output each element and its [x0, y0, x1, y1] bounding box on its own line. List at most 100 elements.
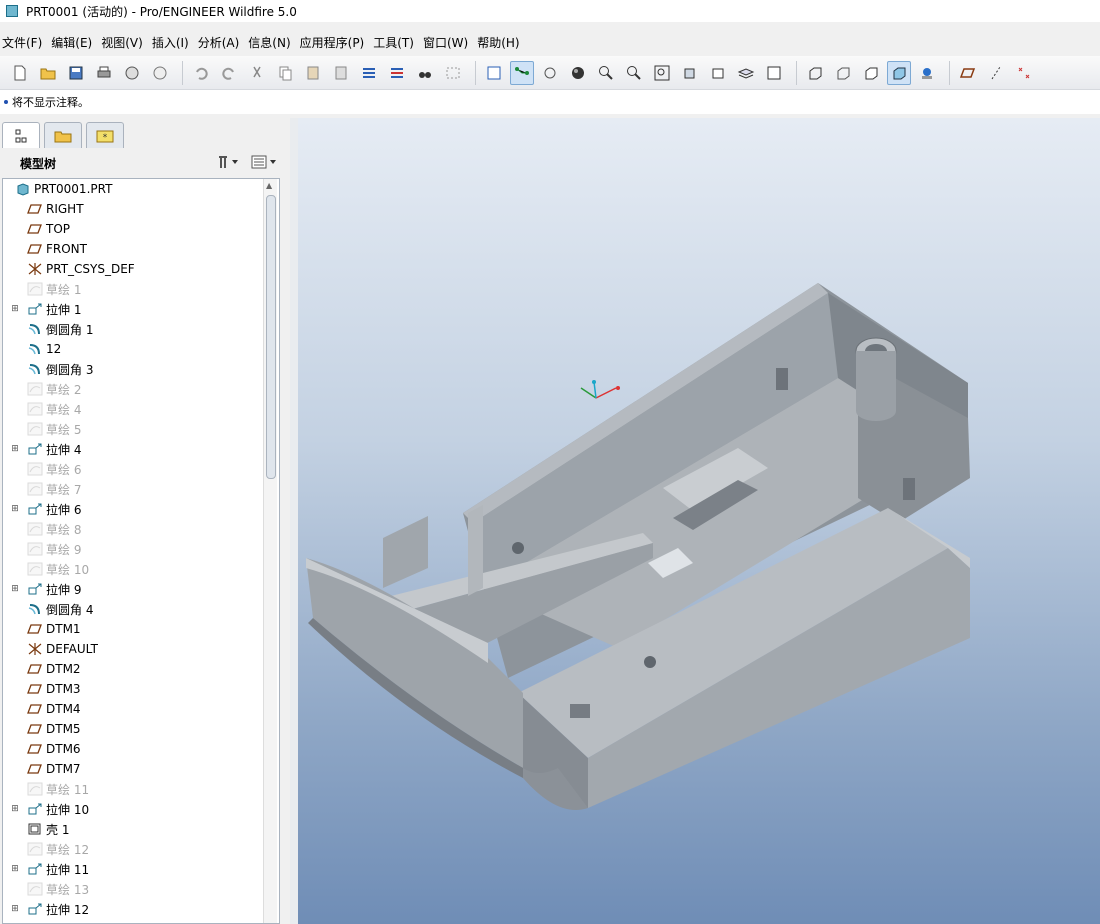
tree-item[interactable]: 倒圆角 4 — [3, 599, 279, 619]
shading-icon[interactable] — [887, 60, 911, 85]
tree-item[interactable]: DTM4 — [3, 699, 279, 719]
copy-icon[interactable] — [273, 61, 297, 85]
find-icon[interactable] — [413, 61, 437, 85]
tree-item[interactable]: 草绘 8 — [3, 519, 279, 539]
tree-item[interactable]: FRONT — [3, 239, 279, 259]
tree-item[interactable]: 草绘 1 — [3, 279, 279, 299]
tree-item[interactable]: ⊞ 拉伸 4 — [3, 439, 279, 459]
redo-icon[interactable] — [217, 61, 241, 85]
tree-show-icon[interactable] — [250, 154, 280, 173]
wireframe-icon[interactable] — [803, 61, 827, 85]
expand-icon[interactable]: ⊞ — [9, 864, 21, 874]
tree-item[interactable]: TOP — [3, 219, 279, 239]
menu-applications[interactable]: 应用程序(P) — [298, 33, 372, 53]
select-box-icon[interactable] — [441, 61, 465, 85]
tab-model-tree[interactable] — [2, 122, 40, 148]
regenerate-icon[interactable] — [357, 61, 381, 85]
menu-info[interactable]: 信息(N) — [246, 33, 297, 53]
tree-item[interactable]: DTM1 — [3, 619, 279, 639]
print-icon[interactable] — [92, 61, 116, 85]
paste-special-icon[interactable] — [329, 61, 353, 85]
tab-favorites[interactable]: * — [86, 122, 124, 148]
datum-planes-icon[interactable] — [956, 61, 980, 85]
reorient-icon[interactable] — [678, 61, 702, 85]
expand-icon[interactable]: ⊞ — [9, 304, 21, 314]
save-icon[interactable] — [64, 61, 88, 85]
tree-item[interactable]: DTM3 — [3, 679, 279, 699]
open-icon[interactable] — [36, 61, 60, 85]
hidden-line-icon[interactable] — [831, 61, 855, 85]
tree-item[interactable]: 草绘 13 — [3, 879, 279, 899]
refit-icon[interactable] — [482, 61, 506, 85]
tree-item[interactable]: 草绘 12 — [3, 839, 279, 859]
tree-item[interactable]: 草绘 4 — [3, 399, 279, 419]
menu-window[interactable]: 窗口(W) — [421, 33, 475, 53]
tab-folder-browser[interactable] — [44, 122, 82, 148]
enhanced-realism-icon[interactable] — [915, 61, 939, 85]
expand-icon[interactable]: ⊞ — [9, 804, 21, 814]
spin-center-icon[interactable] — [510, 60, 534, 85]
orient-icon[interactable] — [538, 61, 562, 85]
graphics-window[interactable] — [298, 118, 1100, 924]
tree-item[interactable]: ⊞ 拉伸 12 — [3, 899, 279, 919]
tree-item[interactable]: 草绘 2 — [3, 379, 279, 399]
tree-item[interactable]: DTM5 — [3, 719, 279, 739]
appearance-icon[interactable] — [566, 61, 590, 85]
view-manager-icon[interactable] — [762, 61, 786, 85]
menu-file[interactable]: 文件(F) — [0, 33, 49, 53]
tree-item[interactable]: ⊞ 拉伸 11 — [3, 859, 279, 879]
layers-icon[interactable] — [734, 61, 758, 85]
tree-item[interactable]: 倒圆角 1 — [3, 319, 279, 339]
scroll-up-icon[interactable]: ▲ — [266, 181, 272, 190]
datum-axes-icon[interactable] — [984, 61, 1008, 85]
tree-item[interactable]: ⊞ 拉伸 1 — [3, 299, 279, 319]
menu-analysis[interactable]: 分析(A) — [196, 33, 247, 53]
tree-item[interactable]: 草绘 10 — [3, 559, 279, 579]
cut-icon[interactable] — [245, 61, 269, 85]
tree-item[interactable]: 壳 1 — [3, 819, 279, 839]
menu-insert[interactable]: 插入(I) — [150, 33, 196, 53]
paste-icon[interactable] — [301, 61, 325, 85]
send-link-icon[interactable] — [148, 61, 172, 85]
undo-icon[interactable] — [189, 61, 213, 85]
zoom-out-icon[interactable] — [622, 61, 646, 85]
tree-item[interactable]: 12 — [3, 339, 279, 359]
tree-settings-icon[interactable] — [216, 154, 242, 173]
expand-icon[interactable]: ⊞ — [9, 904, 21, 914]
tree-item[interactable]: RIGHT — [3, 199, 279, 219]
tree-item[interactable]: ⊞ 拉伸 6 — [3, 499, 279, 519]
send-mail-icon[interactable] — [120, 61, 144, 85]
expand-icon[interactable]: ⊞ — [9, 504, 21, 514]
tree-item[interactable]: DTM7 — [3, 759, 279, 779]
menu-view[interactable]: 视图(V) — [99, 33, 150, 53]
tree-item[interactable]: 草绘 7 — [3, 479, 279, 499]
tree-item[interactable]: 倒圆角 3 — [3, 359, 279, 379]
tree-scrollbar[interactable]: ▲ — [263, 179, 277, 923]
expand-icon[interactable]: ⊞ — [9, 584, 21, 594]
scrollbar-thumb[interactable] — [266, 195, 276, 479]
menu-tools[interactable]: 工具(T) — [371, 33, 421, 53]
tree-item[interactable]: PRT0001.PRT — [3, 179, 279, 199]
tree-item[interactable]: ⊞ 拉伸 9 — [3, 579, 279, 599]
zoom-in-icon[interactable] — [594, 61, 618, 85]
tree-item[interactable]: 草绘 5 — [3, 419, 279, 439]
datum-plane-icon — [27, 762, 43, 776]
menu-help[interactable]: 帮助(H) — [475, 33, 526, 53]
tree-item[interactable]: 草绘 6 — [3, 459, 279, 479]
expand-icon[interactable]: ⊞ — [9, 444, 21, 454]
tree-item[interactable]: DTM2 — [3, 659, 279, 679]
tree-item[interactable]: DTM6 — [3, 739, 279, 759]
tree-item[interactable]: 草绘 9 — [3, 539, 279, 559]
tree-item[interactable]: DEFAULT — [3, 639, 279, 659]
refit-view-icon[interactable] — [650, 61, 674, 85]
panel-splitter[interactable] — [290, 118, 298, 924]
no-hidden-icon[interactable] — [859, 61, 883, 85]
new-icon[interactable] — [8, 61, 32, 85]
menu-edit[interactable]: 编辑(E) — [49, 33, 99, 53]
tree-item[interactable]: 草绘 11 — [3, 779, 279, 799]
tree-item[interactable]: ⊞ 拉伸 10 — [3, 799, 279, 819]
saved-views-icon[interactable] — [706, 61, 730, 85]
regen-manager-icon[interactable] — [385, 61, 409, 85]
tree-item[interactable]: PRT_CSYS_DEF — [3, 259, 279, 279]
datum-points-icon[interactable] — [1012, 61, 1036, 85]
